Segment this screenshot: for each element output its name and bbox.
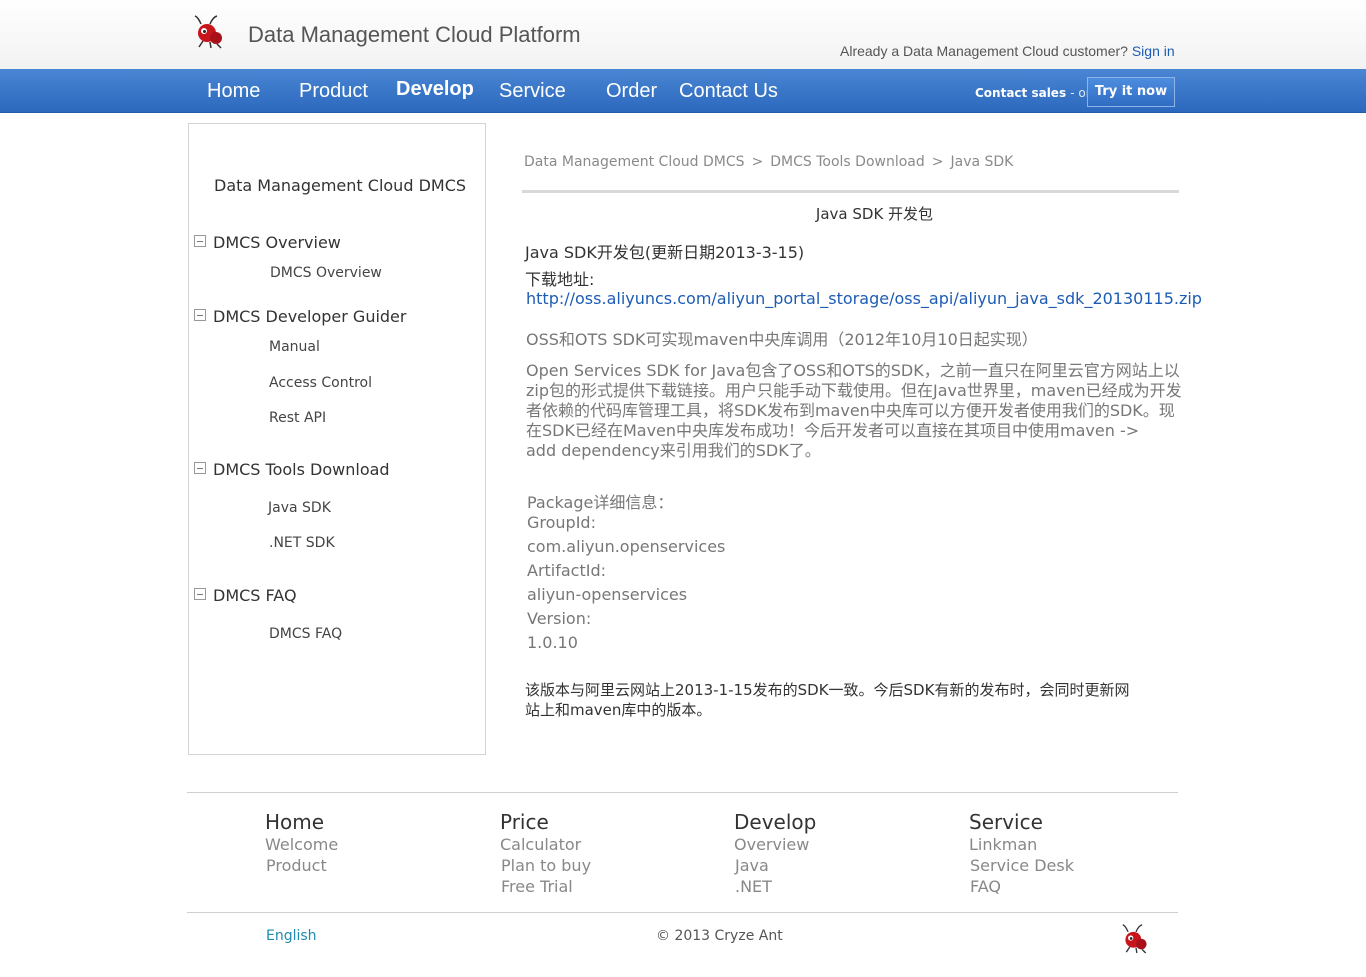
header: Data Management Cloud Platform Already a… <box>0 0 1366 69</box>
footer-heading-price[interactable]: Price <box>500 810 549 834</box>
sidebar-item-net-sdk[interactable]: .NET SDK <box>269 535 335 551</box>
sidebar-section-label: DMCS Developer Guider <box>213 307 407 326</box>
sidebar-section-label: DMCS FAQ <box>213 586 297 605</box>
version-label: Version: <box>527 609 592 628</box>
nav-product[interactable]: Product <box>299 80 368 103</box>
download-url-link[interactable]: http://oss.aliyuncs.com/aliyun_portal_st… <box>526 289 1202 308</box>
nav-home[interactable]: Home <box>207 80 260 103</box>
nav-develop[interactable]: Develop <box>396 78 474 101</box>
groupid-label: GroupId: <box>527 513 596 532</box>
footer-heading-home[interactable]: Home <box>265 810 324 834</box>
collapse-minus-icon[interactable] <box>194 309 206 321</box>
collapse-minus-icon[interactable] <box>194 588 206 600</box>
footer-link-service-desk[interactable]: Service Desk <box>970 856 1074 875</box>
sidebar-section-overview[interactable]: DMCS Overview <box>194 233 341 252</box>
footer-link-plan-to-buy[interactable]: Plan to buy <box>501 856 591 875</box>
breadcrumb-item[interactable]: DMCS Tools Download <box>770 154 925 170</box>
sidebar-item-access-control[interactable]: Access Control <box>269 375 372 391</box>
collapse-minus-icon[interactable] <box>194 235 206 247</box>
artifactid-label: ArtifactId: <box>527 561 607 580</box>
footer-link-calculator[interactable]: Calculator <box>500 835 581 854</box>
signin-prompt-text: Already a Data Management Cloud customer… <box>840 43 1128 59</box>
maven-note: OSS和OTS SDK可实现maven中央库调用（2012年10月10日起实现） <box>526 330 1038 349</box>
copyright-text: © 2013 Cryze Ant <box>656 928 783 944</box>
try-it-now-button[interactable]: Try it now <box>1087 77 1175 107</box>
footer-link-free-trial[interactable]: Free Trial <box>501 877 573 896</box>
ant-logo-icon <box>1122 924 1147 954</box>
sidebar-item-rest-api[interactable]: Rest API <box>269 410 326 426</box>
sidebar-section-label: DMCS Overview <box>213 233 341 252</box>
ant-logo-icon[interactable] <box>193 13 227 49</box>
closing-line: 该版本与阿里云网站上2013-1-15发布的SDK一致。今后SDK有新的发布时，… <box>525 681 1130 699</box>
content-divider <box>522 190 1179 193</box>
description-line: add dependency来引用我们的SDK了。 <box>526 441 821 460</box>
version-value: 1.0.10 <box>527 633 578 652</box>
sidebar-title: Data Management Cloud DMCS <box>214 176 467 195</box>
page-title: Java SDK 开发包 <box>815 205 934 223</box>
footer-link-net[interactable]: .NET <box>735 877 772 896</box>
footer-link-linkman[interactable]: Linkman <box>969 835 1037 854</box>
footer-link-welcome[interactable]: Welcome <box>265 835 338 854</box>
description-line: 者依赖的代码库管理工具，将SDK发布到maven中央库可以方便开发者使用我们的S… <box>526 401 1175 420</box>
closing-line: 站上和maven库中的版本。 <box>525 701 712 719</box>
description-line: zip包的形式提供下载链接。用户只能手动下载使用。但在Java世界里，maven… <box>526 381 1182 400</box>
package-heading: Java SDK开发包(更新日期2013-3-15) <box>525 243 805 262</box>
sidebar: Data Management Cloud DMCS DMCS Overview… <box>188 123 486 755</box>
download-label: 下载地址: <box>525 270 595 289</box>
signin-link[interactable]: Sign in <box>1132 43 1175 59</box>
sidebar-item-dmcs-overview[interactable]: DMCS Overview <box>270 265 382 281</box>
sidebar-item-java-sdk[interactable]: Java SDK <box>268 500 331 516</box>
nav-service[interactable]: Service <box>499 80 566 103</box>
description-paragraph: Open Services SDK for Java包含了OSS和OTS的SDK… <box>526 361 1186 461</box>
sidebar-section-faq[interactable]: DMCS FAQ <box>194 586 297 605</box>
brand-title: Data Management Cloud Platform <box>248 22 581 47</box>
description-line: 在SDK已经在Maven中央库发布成功！今后开发者可以直接在其项目中使用mave… <box>526 421 1140 440</box>
footer-heading-develop[interactable]: Develop <box>734 810 816 834</box>
sidebar-section-label: DMCS Tools Download <box>213 460 390 479</box>
contact-sales-link[interactable]: Contact sales <box>975 86 1066 100</box>
main-nav: Home Product Develop Service Order Conta… <box>0 69 1366 113</box>
collapse-minus-icon[interactable] <box>194 462 206 474</box>
breadcrumb-separator: > <box>931 154 944 170</box>
footer-link-overview[interactable]: Overview <box>734 835 809 854</box>
package-details-title: Package详细信息： <box>527 493 674 512</box>
closing-paragraph: 该版本与阿里云网站上2013-1-15发布的SDK一致。今后SDK有新的发布时，… <box>525 680 1185 720</box>
sidebar-section-tools-download[interactable]: DMCS Tools Download <box>194 460 390 479</box>
footer-divider-bottom <box>187 912 1178 913</box>
footer-link-product[interactable]: Product <box>266 856 327 875</box>
breadcrumb-separator: > <box>751 154 764 170</box>
footer-link-java[interactable]: Java <box>735 856 769 875</box>
sidebar-section-developer-guider[interactable]: DMCS Developer Guider <box>194 307 406 326</box>
footer-link-faq[interactable]: FAQ <box>970 877 1001 896</box>
footer-divider-top <box>187 792 1178 793</box>
description-line: Open Services SDK for Java包含了OSS和OTS的SDK… <box>526 361 1180 380</box>
contact-sales-area: Contact sales - or - <box>975 86 1099 100</box>
signin-prompt: Already a Data Management Cloud customer… <box>840 43 1175 59</box>
nav-contact-us[interactable]: Contact Us <box>679 80 778 103</box>
sidebar-item-manual[interactable]: Manual <box>269 339 320 355</box>
breadcrumb-item[interactable]: Data Management Cloud DMCS <box>524 154 745 170</box>
sidebar-item-dmcs-faq[interactable]: DMCS FAQ <box>269 626 342 642</box>
artifactid-value: aliyun-openservices <box>527 585 688 604</box>
footer-heading-service[interactable]: Service <box>969 810 1043 834</box>
breadcrumb: Data Management Cloud DMCS > DMCS Tools Do… <box>524 154 1013 170</box>
breadcrumb-item-current[interactable]: Java SDK <box>950 154 1013 170</box>
groupid-value: com.aliyun.openservices <box>527 537 726 556</box>
language-switch-link[interactable]: English <box>266 928 317 944</box>
nav-order[interactable]: Order <box>606 80 657 103</box>
